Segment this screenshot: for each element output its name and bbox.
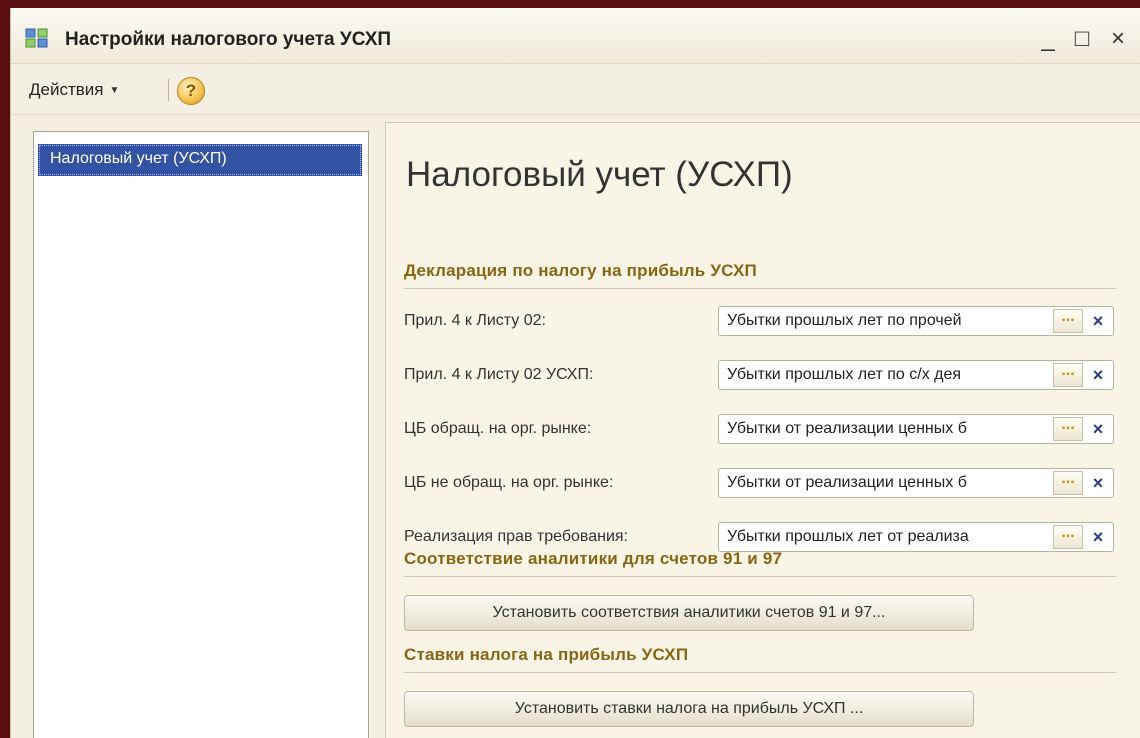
clear-icon[interactable]: × <box>1085 471 1111 495</box>
select-button[interactable]: ... <box>1053 363 1083 387</box>
set-rates-button[interactable]: Установить ставки налога на прибыль УСХП… <box>404 691 974 727</box>
settings-panel: Налоговый учет (УСХП) Декларация по нало… <box>385 122 1140 738</box>
title-bar: Настройки налогового учета УСХП _ □ × <box>11 8 1140 64</box>
actions-menu[interactable]: Действия ▼ <box>29 80 119 100</box>
field-value[interactable]: Убытки прошлых лет по прочей <box>727 312 1049 330</box>
help-icon: ? <box>185 81 197 100</box>
clear-icon[interactable]: × <box>1085 525 1111 549</box>
chevron-down-icon: ▼ <box>109 85 120 96</box>
set-analytics-button[interactable]: Установить соответствия аналитики счетов… <box>404 595 974 631</box>
section-title: Декларация по налогу на прибыль УСХП <box>404 261 757 280</box>
page-title: Налоговый учет (УСХП) <box>406 155 793 194</box>
toolbar: Действия ▼ ? <box>11 65 1140 115</box>
actions-label: Действия <box>29 80 104 99</box>
sidebar-item-tax-accounting[interactable]: Налоговый учет (УСХП) <box>38 144 362 176</box>
claim-rights-field[interactable]: Убытки прошлых лет от реализа ... × <box>718 522 1114 552</box>
help-button[interactable]: ? <box>177 77 205 105</box>
select-button[interactable]: ... <box>1053 309 1083 333</box>
clear-icon[interactable]: × <box>1085 363 1111 387</box>
clear-icon[interactable]: × <box>1085 309 1111 333</box>
select-button[interactable]: ... <box>1053 471 1083 495</box>
field-value[interactable]: Убытки от реализации ценных б <box>727 420 1049 438</box>
sidebar-item-label: Налоговый учет (УСХП) <box>50 150 227 167</box>
field-label: Реализация прав требования: <box>404 528 628 545</box>
select-button[interactable]: ... <box>1053 525 1083 549</box>
field-row-securities-not-traded: ЦБ не обращ. на орг. рынке: Убытки от ре… <box>402 465 1116 501</box>
field-label: Прил. 4 к Листу 02: <box>404 312 546 329</box>
minimize-button[interactable]: _ <box>1033 24 1063 54</box>
section-title: Соответствие аналитики для счетов 91 и 9… <box>404 549 783 568</box>
appendix4-sheet02-usxp-field[interactable]: Убытки прошлых лет по с/х дея ... × <box>718 360 1114 390</box>
section-title: Ставки налога на прибыль УСХП <box>404 645 689 664</box>
maximize-button[interactable]: □ <box>1067 24 1097 54</box>
field-value[interactable]: Убытки прошлых лет от реализа <box>727 528 1049 546</box>
select-button[interactable]: ... <box>1053 417 1083 441</box>
field-label: Прил. 4 к Листу 02 УСХП: <box>404 366 594 383</box>
securities-traded-field[interactable]: Убытки от реализации ценных б ... × <box>718 414 1114 444</box>
field-label: ЦБ не обращ. на орг. рынке: <box>404 474 614 491</box>
form-icon <box>25 28 49 53</box>
sidebar: Налоговый учет (УСХП) <box>33 131 369 738</box>
close-button[interactable]: × <box>1103 24 1133 54</box>
settings-window: Настройки налогового учета УСХП _ □ × Де… <box>10 8 1140 738</box>
toolbar-divider <box>168 79 169 101</box>
window-title: Настройки налогового учета УСХП <box>65 29 392 50</box>
clear-icon[interactable]: × <box>1085 417 1111 441</box>
field-row-appendix4-sheet02: Прил. 4 к Листу 02: Убытки прошлых лет п… <box>402 303 1116 339</box>
field-value[interactable]: Убытки от реализации ценных б <box>727 474 1049 492</box>
section-declaration: Декларация по налогу на прибыль УСХП <box>404 261 1116 289</box>
field-label: ЦБ обращ. на орг. рынке: <box>404 420 592 437</box>
section-analytics: Соответствие аналитики для счетов 91 и 9… <box>404 549 1116 577</box>
field-value[interactable]: Убытки прошлых лет по с/х дея <box>727 366 1049 384</box>
field-row-securities-traded: ЦБ обращ. на орг. рынке: Убытки от реали… <box>402 411 1116 447</box>
securities-not-traded-field[interactable]: Убытки от реализации ценных б ... × <box>718 468 1114 498</box>
field-row-appendix4-sheet02-usxp: Прил. 4 к Листу 02 УСХП: Убытки прошлых … <box>402 357 1116 393</box>
section-rates: Ставки налога на прибыль УСХП <box>404 645 1116 673</box>
appendix4-sheet02-field[interactable]: Убытки прошлых лет по прочей ... × <box>718 306 1114 336</box>
